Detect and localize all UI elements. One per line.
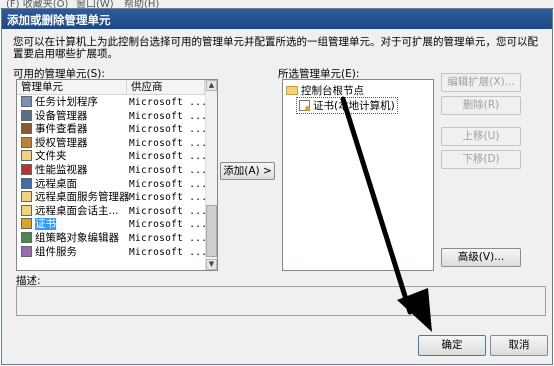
annotation-arrow-icon [340, 96, 432, 332]
